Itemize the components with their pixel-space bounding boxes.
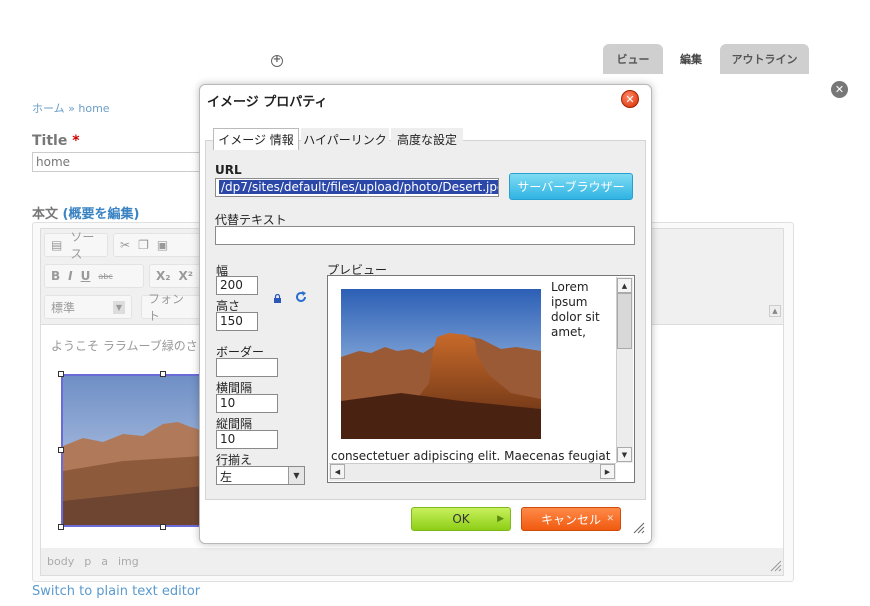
editor-statusbar: body p a img (41, 548, 783, 575)
preview-word: dolor sit (551, 310, 600, 324)
tab-outline[interactable]: アウトライン (720, 44, 809, 74)
source-label: ソース (70, 230, 95, 261)
format-select[interactable]: 標準 ▼ (44, 295, 132, 319)
ok-label: OK (452, 512, 470, 526)
scroll-down-icon[interactable]: ▼ (617, 447, 632, 462)
chevron-down-icon: ▼ (112, 300, 125, 314)
width-input[interactable]: 200 (216, 276, 258, 295)
preview-word: ipsum (551, 295, 588, 309)
dialog-title: イメージ プロパティ (207, 95, 328, 110)
format-value: 標準 (51, 300, 76, 315)
align-select[interactable]: 左 ▼ (216, 466, 305, 485)
dialog-close-icon[interactable]: ✕ (621, 90, 639, 108)
tab-advanced[interactable]: 高度な設定 (391, 128, 463, 150)
tab-view[interactable]: ビュー (603, 44, 663, 74)
path-p[interactable]: p (84, 555, 91, 568)
selected-image-picture (63, 376, 199, 525)
preview-horizontal-scrollbar[interactable] (329, 463, 616, 481)
reset-size-icon[interactable] (295, 291, 307, 303)
hspace-input[interactable]: 10 (216, 394, 278, 413)
path-img[interactable]: img (118, 555, 139, 568)
resize-handle[interactable] (160, 371, 166, 377)
bold-button[interactable]: B (51, 269, 60, 283)
url-value: /dp7/sites/default/files/upload/photo/De… (219, 180, 498, 194)
source-icon: ▤ (51, 238, 63, 252)
tab-hyperlink[interactable]: ハイパーリンク (301, 128, 389, 150)
server-browser-button[interactable]: サーバーブラウザー (509, 173, 633, 200)
editor-scroll-up-icon[interactable]: ▲ (769, 305, 781, 317)
cut-icon[interactable]: ✂ (120, 238, 130, 252)
required-mark: * (72, 133, 80, 149)
border-input[interactable] (216, 358, 278, 377)
height-input[interactable]: 150 (216, 312, 258, 331)
selected-image[interactable] (61, 374, 201, 527)
italic-button[interactable]: I (68, 269, 72, 283)
tab-image-info[interactable]: イメージ 情報 (213, 128, 299, 150)
editor-resize-grip-icon[interactable] (770, 560, 782, 572)
path-body[interactable]: body (47, 555, 74, 568)
preview-text-below: consectetuer adipiscing elit. Maecenas f… (331, 449, 611, 463)
plain-text-editor-link[interactable]: Switch to plain text editor (32, 584, 200, 599)
resize-handle[interactable] (58, 447, 64, 453)
edit-summary-link[interactable]: (概要を編集) (63, 207, 140, 222)
vertical-scroll-thumb[interactable] (617, 293, 632, 349)
tab-edit[interactable]: 編集 (668, 44, 714, 74)
url-label: URL (215, 163, 242, 177)
font-value: フォント (148, 292, 185, 323)
preview-text: Lorem ipsum dolor sit amet, (551, 280, 617, 340)
script-group: X₂ X² (149, 264, 203, 288)
subscript-button[interactable]: X₂ (156, 269, 171, 283)
clipboard-group: ✂ ❐ ▣ (113, 233, 203, 257)
resize-handle[interactable] (58, 524, 64, 530)
font-select[interactable]: フォント (141, 292, 201, 323)
align-value: 左 (220, 470, 233, 484)
title-input[interactable]: home (32, 152, 202, 172)
content-text: ようこそ ララムーブ緑のさいと (51, 339, 222, 353)
lock-ratio-icon[interactable] (273, 292, 282, 303)
scroll-up-icon[interactable]: ▲ (617, 278, 632, 293)
vspace-input[interactable]: 10 (216, 430, 278, 449)
dialog-resize-grip-icon[interactable] (633, 522, 645, 534)
alt-text-input[interactable] (215, 226, 635, 245)
underline-button[interactable]: U (81, 269, 91, 283)
close-overlay-icon[interactable]: ✕ (831, 81, 848, 98)
superscript-button[interactable]: X² (179, 269, 194, 283)
title-label-text: Title (32, 133, 68, 149)
path-a[interactable]: a (101, 555, 108, 568)
body-label-text: 本文 (32, 207, 59, 222)
copy-icon[interactable]: ❐ (138, 238, 149, 252)
preview-image-picture (341, 289, 541, 439)
strike-button[interactable]: abc (98, 272, 112, 281)
url-input[interactable]: /dp7/sites/default/files/upload/photo/De… (215, 178, 499, 197)
body-label: 本文 (概要を編集) (32, 203, 139, 222)
preview-word: amet, (551, 325, 586, 339)
paste-icon[interactable]: ▣ (157, 238, 168, 252)
add-icon[interactable]: + (271, 55, 283, 67)
cancel-label: キャンセル (540, 512, 601, 527)
resize-handle[interactable] (58, 371, 64, 377)
resize-handle[interactable] (160, 524, 166, 530)
scroll-left-icon[interactable]: ◀ (330, 464, 345, 479)
scroll-right-icon[interactable]: ▶ (600, 464, 615, 479)
arrow-right-icon: ▶ (497, 514, 504, 524)
preview-image (341, 289, 541, 439)
close-icon: ✕ (606, 514, 614, 524)
breadcrumb[interactable]: ホーム » home (32, 100, 110, 116)
preview-word: Lorem (551, 280, 589, 294)
ok-button[interactable]: OK ▶ (411, 507, 511, 531)
source-group[interactable]: ▤ ソース (44, 230, 108, 261)
cancel-button[interactable]: キャンセル ✕ (521, 507, 621, 531)
title-label: Title * (32, 133, 80, 149)
basic-styles-group: B I U abc (44, 264, 144, 288)
chevron-down-icon: ▼ (288, 467, 304, 484)
